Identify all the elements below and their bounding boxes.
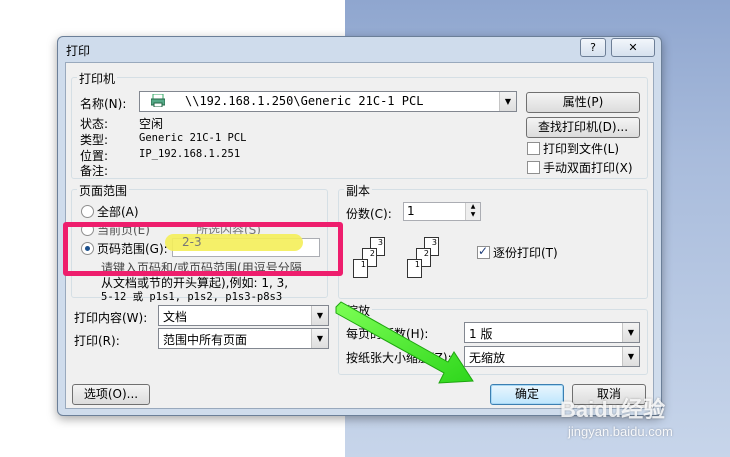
watermark-url: jingyan.baidu.com <box>568 424 673 439</box>
watermark-logo: Baidu经验 <box>560 392 665 424</box>
green-arrow-icon <box>335 301 474 384</box>
watermark-text: Baidu经验 <box>560 397 666 422</box>
